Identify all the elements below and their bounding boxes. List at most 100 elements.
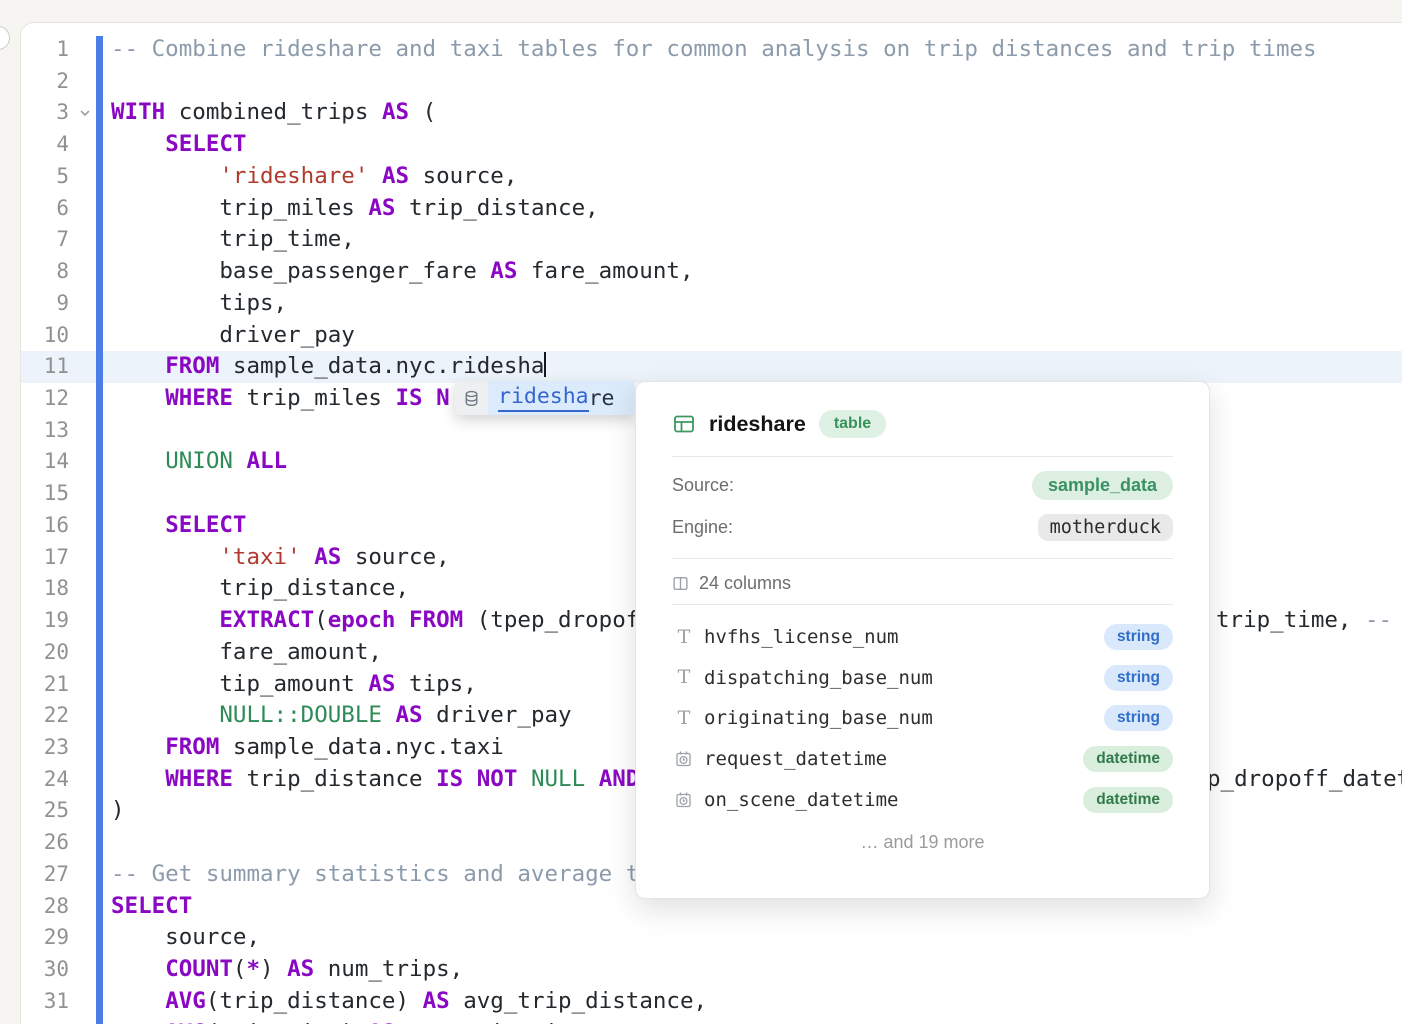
text-type-icon: T — [672, 628, 696, 647]
line-number: 19 — [21, 605, 69, 637]
code-token: AS — [382, 99, 409, 125]
line-number: 7 — [21, 224, 69, 256]
columns-icon — [672, 575, 689, 592]
column-type-badge: string — [1104, 624, 1173, 650]
code-text: source, — [111, 922, 260, 954]
code-token — [111, 448, 165, 474]
line-number: 11 — [21, 351, 69, 383]
code-token — [395, 607, 409, 633]
code-token: fare_amount, — [517, 258, 693, 284]
code-token: -- Combine rideshare and taxi tables for… — [111, 36, 1317, 62]
code-token: (trip_time) — [206, 1020, 369, 1024]
code-token: trip_distance, — [395, 195, 598, 221]
text-type-icon: T — [672, 709, 696, 728]
code-line[interactable]: 32 AVG(trip_time) AS avg_trip_time, — [21, 1018, 1402, 1024]
code-line[interactable]: 9 tips, — [21, 288, 1402, 320]
code-token: NOT — [477, 766, 518, 792]
autocomplete-matched-text: ridesha — [498, 384, 589, 412]
line-number: 10 — [21, 320, 69, 352]
column-type-badge: string — [1104, 665, 1173, 691]
line-number: 13 — [21, 415, 69, 447]
code-token: * — [246, 956, 260, 982]
code-token: AS — [287, 956, 314, 982]
line-number: 31 — [21, 986, 69, 1018]
code-token: (tpep_dropof — [463, 607, 639, 633]
column-row[interactable]: Tdispatching_base_numstring — [672, 663, 1173, 693]
code-token: SELECT — [111, 893, 192, 919]
line-number: 14 — [21, 446, 69, 478]
code-token: NULL::DOUBLE — [219, 702, 382, 728]
code-text: 'taxi' AS source, — [111, 542, 450, 574]
code-token: FROM — [165, 734, 219, 760]
code-line[interactable]: 7 trip_time, — [21, 224, 1402, 256]
code-token: N — [436, 385, 450, 411]
code-token: ( — [409, 99, 436, 125]
code-token — [111, 988, 165, 1014]
code-line[interactable]: 31 AVG(trip_distance) AS avg_trip_distan… — [21, 986, 1402, 1018]
autocomplete-popup[interactable]: rideshare — [455, 381, 635, 415]
code-line[interactable]: 8 base_passenger_fare AS fare_amount, — [21, 256, 1402, 288]
code-line[interactable]: 5 'rideshare' AS source, — [21, 161, 1402, 193]
code-token: FROM — [165, 353, 219, 379]
code-token: source, — [111, 924, 260, 950]
code-line[interactable]: 2 — [21, 66, 1402, 98]
code-token: IS — [436, 766, 463, 792]
line-number: 2 — [21, 66, 69, 98]
code-token: num_trips, — [314, 956, 463, 982]
code-token: AS — [490, 258, 517, 284]
code-line[interactable]: 3WITH combined_trips AS ( — [21, 97, 1402, 129]
code-token: COUNT — [165, 956, 233, 982]
code-token: tips, — [111, 290, 287, 316]
panel-field-row: Engine:motherduck — [672, 512, 1173, 542]
column-name: hvfhs_license_num — [704, 626, 1104, 648]
datetime-type-icon — [672, 791, 696, 809]
code-text: COUNT(*) AS num_trips, — [111, 954, 463, 986]
column-row[interactable]: request_datetimedatetime — [672, 744, 1173, 774]
code-token: AVG — [165, 988, 206, 1014]
code-token: trip_time, — [1216, 607, 1365, 633]
code-token — [463, 766, 477, 792]
line-number: 29 — [21, 922, 69, 954]
code-token — [301, 544, 315, 570]
code-token: fare_amount, — [111, 639, 382, 665]
code-token: trip_distance — [233, 766, 436, 792]
code-line[interactable]: 6 trip_miles AS trip_distance, — [21, 193, 1402, 225]
code-text: AVG(trip_time) AS avg_trip_time, — [111, 1018, 599, 1024]
code-token: 'rideshare' — [219, 163, 368, 189]
code-token: AS — [368, 1020, 395, 1024]
code-token: WHERE — [165, 385, 233, 411]
code-text: tip_amount AS tips, — [111, 669, 477, 701]
code-token — [368, 163, 382, 189]
line-number: 28 — [21, 891, 69, 923]
partial-edge-button[interactable] — [0, 26, 10, 50]
code-text: -- Combine rideshare and taxi tables for… — [111, 34, 1317, 66]
column-row[interactable]: on_scene_datetimedatetime — [672, 785, 1173, 815]
code-text: ) — [111, 795, 125, 827]
code-line[interactable]: 11 FROM sample_data.nyc.ridesha — [21, 351, 1402, 383]
fold-chevron-icon[interactable] — [78, 106, 92, 120]
table-icon — [672, 412, 696, 436]
code-token — [111, 1020, 165, 1024]
line-number: 1 — [21, 34, 69, 66]
code-text: WITH combined_trips AS ( — [111, 97, 436, 129]
code-token: AS — [368, 195, 395, 221]
column-row[interactable]: Toriginating_base_numstring — [672, 703, 1173, 733]
code-token — [111, 607, 219, 633]
autocomplete-item-rideshare[interactable]: rideshare — [488, 381, 635, 415]
code-token: EXTRACT — [219, 607, 314, 633]
line-number: 26 — [21, 827, 69, 859]
code-token: -- — [1365, 607, 1392, 633]
code-line[interactable]: 30 COUNT(*) AS num_trips, — [21, 954, 1402, 986]
change-indicator-bar — [96, 36, 103, 1024]
code-line[interactable]: 29 source, — [21, 922, 1402, 954]
code-line[interactable]: 1 -- Combine rideshare and taxi tables fo… — [21, 34, 1402, 66]
code-token — [111, 353, 165, 379]
code-token: SELECT — [165, 131, 246, 157]
table-info-panel: rideshare table Source:sample_dataEngine… — [635, 381, 1210, 899]
code-token: driver_pay — [423, 702, 572, 728]
line-number: 5 — [21, 161, 69, 193]
code-line[interactable]: 4 SELECT — [21, 129, 1402, 161]
column-row[interactable]: Thvfhs_license_numstring — [672, 622, 1173, 652]
code-text: -- Get summary statistics and average t — [111, 859, 639, 891]
code-line[interactable]: 10 driver_pay — [21, 320, 1402, 352]
